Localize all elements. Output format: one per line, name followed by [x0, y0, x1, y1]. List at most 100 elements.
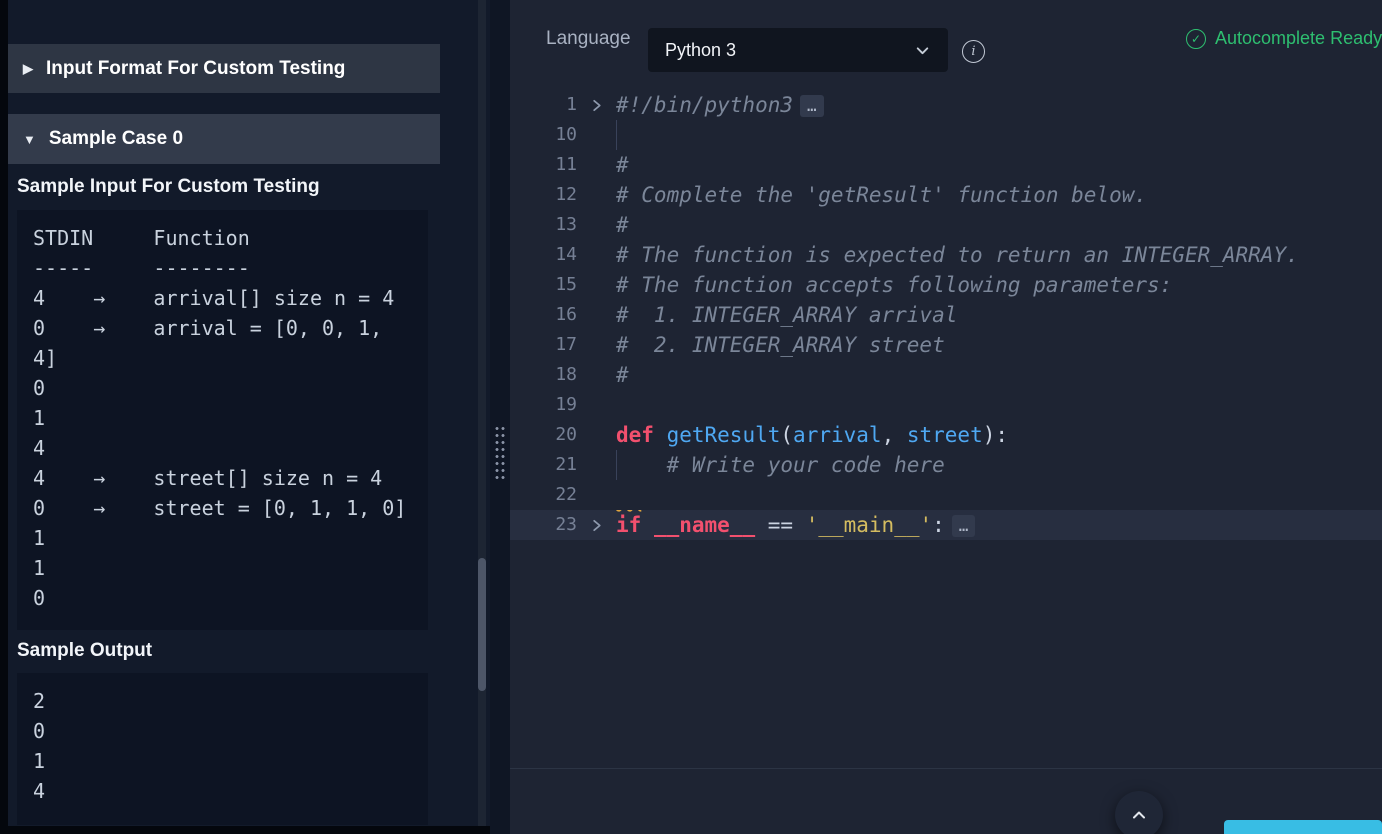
chevron-up-icon: [1129, 805, 1149, 825]
fold-gutter: [577, 150, 616, 180]
code-text-line: 0: [33, 586, 46, 610]
line-number: 17: [555, 334, 577, 355]
code-token: ):: [982, 423, 1009, 447]
editor-line-1[interactable]: 1 #!/bin/python3…: [510, 90, 1382, 120]
fold-gutter: [577, 480, 616, 510]
code-content[interactable]: #: [616, 150, 1382, 180]
editor-lines[interactable]: 1 #!/bin/python3 … 10 11 #12 # Complete the 'g…: [510, 90, 1382, 540]
code-token: #!/bin/python3: [616, 93, 794, 117]
code-token: if: [616, 513, 642, 537]
chevron-down-icon: [914, 42, 931, 59]
sample-output-block: 2014: [17, 673, 428, 825]
line-number: 10: [555, 124, 577, 145]
autocomplete-status-text: Autocomplete Ready: [1215, 28, 1382, 48]
scroll-to-top-button[interactable]: [1115, 791, 1163, 834]
language-select[interactable]: Python 3: [648, 28, 948, 72]
code-content[interactable]: # The function is expected to return an …: [616, 240, 1382, 270]
line-number: 23: [555, 514, 577, 535]
run-code-button-partial[interactable]: [1224, 820, 1382, 834]
folded-code-ellipsis[interactable]: …: [951, 515, 976, 537]
fold-chevron-icon[interactable]: [577, 510, 616, 540]
code-content[interactable]: #: [616, 210, 1382, 240]
code-content[interactable]: [616, 120, 1382, 150]
editor-line-11[interactable]: 11 #: [510, 150, 1382, 180]
code-text-line: 1: [33, 526, 46, 550]
code-text-line: ----- --------: [33, 256, 250, 280]
code-content[interactable]: # 1. INTEGER_ARRAY arrival: [616, 300, 1382, 330]
code-text-line: 1: [33, 749, 46, 773]
info-icon[interactable]: i: [962, 40, 985, 63]
editor-line-21[interactable]: 21 # Write your code here: [510, 450, 1382, 480]
editor-line-18[interactable]: 18 #: [510, 360, 1382, 390]
code-content[interactable]: if __name__ == '__main__':…: [616, 510, 1382, 540]
code-text-line: 0 → street = [0, 1, 1, 0]: [33, 496, 407, 520]
code-text-line: 4 → street[] size n = 4: [33, 466, 383, 490]
code-text-line: 4: [33, 779, 46, 803]
code-token: ==: [755, 513, 806, 537]
triangle-right-icon: ▶: [23, 60, 33, 76]
code-token: # The function accepts following paramet…: [616, 273, 1173, 297]
code-content[interactable]: # The function accepts following paramet…: [616, 270, 1382, 300]
editor-line-23[interactable]: 23 if __name__ == '__main__':…: [510, 510, 1382, 540]
fold-gutter: [577, 240, 616, 270]
pane-resizer[interactable]: [490, 0, 510, 834]
code-content[interactable]: # Complete the 'getResult' function belo…: [616, 180, 1382, 210]
code-token: (: [780, 423, 794, 447]
line-number: 12: [555, 184, 577, 205]
editor-line-10[interactable]: 10: [510, 120, 1382, 150]
line-number: 21: [555, 454, 577, 475]
fold-gutter: [577, 120, 616, 150]
editor-line-14[interactable]: 14 # The function is expected to return a…: [510, 240, 1382, 270]
code-text-line: 0: [33, 719, 46, 743]
autocomplete-status[interactable]: ✓ Autocomplete Ready: [1186, 0, 1382, 77]
editor-line-13[interactable]: 13 #: [510, 210, 1382, 240]
code-text-line: 1: [33, 556, 46, 580]
editor-line-15[interactable]: 15 # The function accepts following param…: [510, 270, 1382, 300]
code-content[interactable]: #!/bin/python3 …: [616, 90, 1382, 120]
editor-line-19[interactable]: 19: [510, 390, 1382, 420]
custom-testing-panel: ▶ Input Format For Custom Testing ▼ Samp…: [8, 0, 490, 826]
editor-divider: [510, 768, 1382, 769]
code-token: # 1. INTEGER_ARRAY arrival: [616, 303, 958, 327]
editor-line-17[interactable]: 17 # 2. INTEGER_ARRAY street: [510, 330, 1382, 360]
fold-gutter: [577, 360, 616, 390]
fold-chevron-icon[interactable]: [577, 90, 616, 120]
left-panel-scrollbar[interactable]: [478, 0, 486, 826]
editor-line-22[interactable]: 22: [510, 480, 1382, 510]
code-text-line: 4: [33, 436, 46, 460]
fold-gutter: [577, 420, 616, 450]
scrollbar-thumb[interactable]: [478, 558, 486, 691]
code-token: def: [616, 423, 654, 447]
section-input-format[interactable]: ▶ Input Format For Custom Testing: [8, 44, 440, 93]
sample-input-heading: Sample Input For Custom Testing: [17, 176, 320, 197]
code-token: #: [616, 363, 629, 387]
line-number: 11: [555, 154, 577, 175]
code-content[interactable]: #: [616, 360, 1382, 390]
editor-line-16[interactable]: 16 # 1. INTEGER_ARRAY arrival: [510, 300, 1382, 330]
code-token: # 2. INTEGER_ARRAY street: [616, 333, 945, 357]
code-token: getResult: [666, 423, 781, 447]
folded-code-ellipsis[interactable]: …: [800, 95, 824, 117]
code-content[interactable]: # 2. INTEGER_ARRAY street: [616, 330, 1382, 360]
section-sample-case-0[interactable]: ▼ Sample Case 0: [8, 114, 440, 164]
code-content[interactable]: # Write your code here: [616, 450, 1382, 480]
indent-guide: [616, 120, 617, 150]
drag-handle-icon[interactable]: [494, 425, 506, 483]
section-label: Sample Case 0: [48, 128, 184, 149]
code-content[interactable]: [616, 390, 1382, 420]
editor-line-12[interactable]: 12 # Complete the 'getResult' function be…: [510, 180, 1382, 210]
fold-gutter: [577, 390, 616, 420]
check-circle-icon: ✓: [1186, 28, 1206, 49]
code-content[interactable]: def getResult(arrival, street):: [616, 420, 1382, 450]
code-token: # The function is expected to return an …: [616, 243, 1299, 267]
code-token: # Write your code here: [616, 453, 945, 477]
code-token: arrival: [793, 423, 882, 447]
fold-gutter: [577, 270, 616, 300]
code-content[interactable]: [616, 480, 1382, 510]
fold-gutter: [577, 210, 616, 240]
code-text-line: 2: [33, 689, 46, 713]
editor-line-20[interactable]: 20 def getResult(arrival, street):: [510, 420, 1382, 450]
code-token: ,: [881, 423, 907, 447]
fold-gutter: [577, 300, 616, 330]
